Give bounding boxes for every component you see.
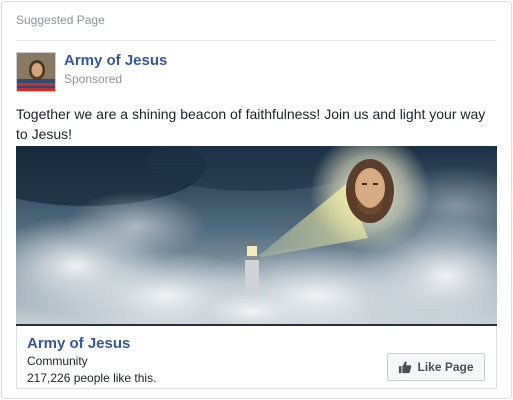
cloud-lighthouse-image xyxy=(16,146,497,326)
thumbs-up-icon xyxy=(399,361,412,374)
header-divider xyxy=(16,40,497,41)
avatar-image xyxy=(17,53,55,91)
like-page-label: Like Page xyxy=(417,360,474,374)
post-text: Together we are a shining beacon of fait… xyxy=(16,106,486,142)
page-avatar[interactable] xyxy=(16,52,56,92)
page-attachment: Army of Jesus Community 217,226 people l… xyxy=(16,326,497,389)
attachment-page-name-link[interactable]: Army of Jesus xyxy=(27,335,130,352)
page-like-count: 217,226 people like this. xyxy=(27,371,157,385)
post-image[interactable] xyxy=(16,146,497,326)
suggested-page-label: Suggested Page xyxy=(16,13,105,27)
page-category: Community xyxy=(27,354,88,368)
sponsored-label: Sponsored xyxy=(64,72,123,86)
page-name-link[interactable]: Army of Jesus xyxy=(64,52,167,69)
like-page-button[interactable]: Like Page xyxy=(387,353,485,381)
